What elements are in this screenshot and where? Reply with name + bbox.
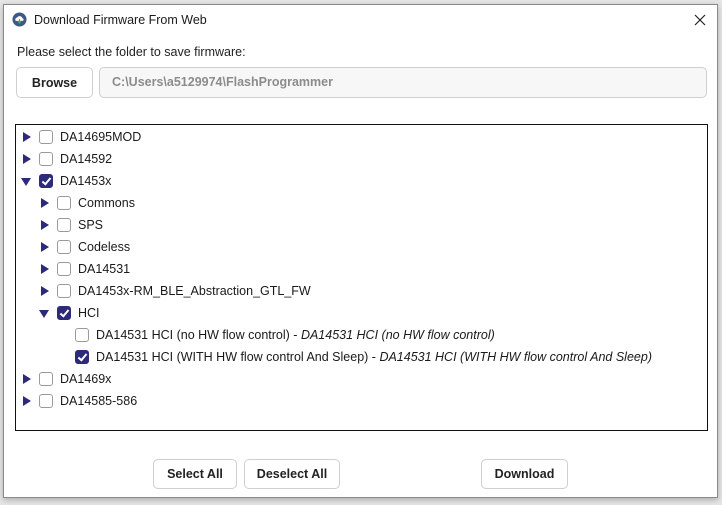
download-button[interactable]: Download <box>481 459 568 489</box>
tree-item-checkbox[interactable] <box>39 130 53 144</box>
folder-prompt-label: Please select the folder to save firmwar… <box>17 45 246 59</box>
tree-item-label: DA14531 HCI (WITH HW flow control And Sl… <box>96 350 369 364</box>
tree-item-checkbox[interactable] <box>39 394 53 408</box>
deselect-all-button[interactable]: Deselect All <box>244 459 340 489</box>
expand-right-arrow-icon[interactable] <box>21 153 33 165</box>
tree-node-item[interactable]: DA14531 <box>39 258 130 280</box>
tree-node-item[interactable]: Codeless <box>39 236 130 258</box>
tree-node-item[interactable]: DA1453x <box>21 170 111 192</box>
folder-path-field[interactable]: C:\Users\a5129974\FlashProgrammer <box>99 67 707 98</box>
tree-leaf-item[interactable]: DA14531 HCI (no HW flow control) - DA145… <box>75 324 495 346</box>
expand-right-arrow-icon[interactable] <box>21 373 33 385</box>
select-all-button[interactable]: Select All <box>153 459 237 489</box>
browse-button[interactable]: Browse <box>16 67 93 98</box>
tree-item-label: DA14531 <box>78 262 131 276</box>
expand-right-arrow-icon[interactable] <box>21 395 33 407</box>
tree-item-label: DA1453x <box>60 174 112 188</box>
tree-item-label: Codeless <box>78 240 131 254</box>
tree-item-separator: - <box>368 350 380 364</box>
tree-item-label: DA14585-586 <box>60 394 138 408</box>
tree-item-label: HCI <box>78 306 100 320</box>
tree-node-item[interactable]: DA1469x <box>21 368 111 390</box>
expand-right-arrow-icon[interactable] <box>21 131 33 143</box>
firmware-tree: DA14695MOD DA14592 DA1453x Commons SPS Codele… <box>15 124 708 431</box>
expand-right-arrow-icon[interactable] <box>39 219 51 231</box>
tree-item-label: DA14531 HCI (no HW flow control) <box>96 328 290 342</box>
tree-node-item[interactable]: Commons <box>39 192 135 214</box>
tree-item-checkbox[interactable] <box>57 218 71 232</box>
tree-leaf-item[interactable]: DA14531 HCI (WITH HW flow control And Sl… <box>75 346 652 368</box>
tree-item-label: DA14695MOD <box>60 130 142 144</box>
tree-item-description: DA14531 HCI (no HW flow control) <box>300 328 495 342</box>
cloud-download-icon <box>12 12 27 27</box>
tree-item-checkbox[interactable] <box>57 196 71 210</box>
tree-item-checkbox[interactable] <box>57 240 71 254</box>
expand-right-arrow-icon[interactable] <box>39 241 51 253</box>
expand-right-arrow-icon[interactable] <box>39 197 51 209</box>
tree-item-checkbox[interactable] <box>39 372 53 386</box>
download-firmware-dialog: Download Firmware From Web Please select… <box>3 4 718 498</box>
tree-node-item[interactable]: DA14695MOD <box>21 126 141 148</box>
tree-item-checkbox[interactable] <box>57 284 71 298</box>
tree-item-label: Commons <box>78 196 135 210</box>
tree-item-checkbox[interactable] <box>75 350 89 364</box>
window-title: Download Firmware From Web <box>34 13 207 27</box>
tree-node-item[interactable]: HCI <box>39 302 100 324</box>
tree-item-label: DA1469x <box>60 372 112 386</box>
tree-item-label: SPS <box>78 218 104 232</box>
expand-down-arrow-icon[interactable] <box>39 307 51 319</box>
tree-item-separator: - <box>289 328 301 342</box>
tree-item-description: DA14531 HCI (WITH HW flow control And Sl… <box>379 350 652 364</box>
expand-down-arrow-icon[interactable] <box>21 175 33 187</box>
tree-item-checkbox[interactable] <box>57 306 71 320</box>
tree-item-label: DA14592 <box>60 152 113 166</box>
expand-right-arrow-icon[interactable] <box>39 285 51 297</box>
tree-node-item[interactable]: DA1453x-RM_BLE_Abstraction_GTL_FW <box>39 280 311 302</box>
title-bar: Download Firmware From Web <box>4 5 717 35</box>
expand-right-arrow-icon[interactable] <box>39 263 51 275</box>
tree-node-item[interactable]: DA14585-586 <box>21 390 137 412</box>
tree-item-checkbox[interactable] <box>75 328 89 342</box>
tree-item-checkbox[interactable] <box>39 174 53 188</box>
tree-node-item[interactable]: DA14592 <box>21 148 112 170</box>
tree-node-item[interactable]: SPS <box>39 214 103 236</box>
tree-item-checkbox[interactable] <box>39 152 53 166</box>
tree-item-label: DA1453x-RM_BLE_Abstraction_GTL_FW <box>78 284 311 298</box>
tree-item-checkbox[interactable] <box>57 262 71 276</box>
close-icon[interactable] <box>689 9 711 31</box>
